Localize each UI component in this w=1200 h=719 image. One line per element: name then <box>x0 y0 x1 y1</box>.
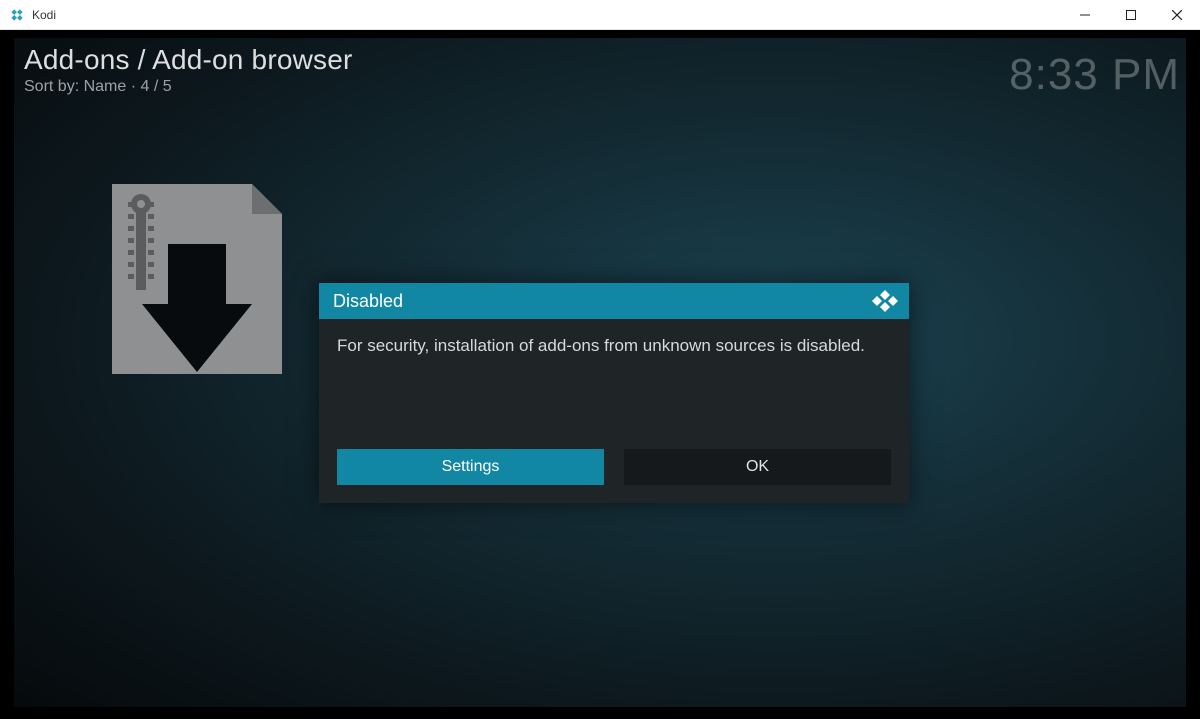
dialog-header: Disabled <box>319 283 909 319</box>
settings-button-label: Settings <box>442 458 500 476</box>
close-button[interactable] <box>1154 0 1200 29</box>
disabled-dialog: Disabled For security, installation of a… <box>319 283 909 503</box>
zip-install-icon <box>102 184 286 384</box>
window-controls <box>1062 0 1200 29</box>
window-titlebar: Kodi <box>0 0 1200 30</box>
ok-button-label: OK <box>746 458 769 476</box>
page-title: Add-ons / Add-on browser <box>24 44 353 76</box>
settings-button[interactable]: Settings <box>337 449 604 485</box>
kodi-logo-icon <box>8 6 26 24</box>
window-title: Kodi <box>32 8 56 22</box>
kodi-background: Add-ons / Add-on browser Sort by: Name ·… <box>14 38 1186 707</box>
breadcrumb: Add-ons / Add-on browser Sort by: Name ·… <box>24 44 353 96</box>
sort-status-line: Sort by: Name · 4 / 5 <box>24 78 353 96</box>
kodi-viewport: Add-ons / Add-on browser Sort by: Name ·… <box>0 30 1200 719</box>
minimize-button[interactable] <box>1062 0 1108 29</box>
dialog-title: Disabled <box>333 291 403 312</box>
dialog-footer: Settings OK <box>319 439 909 503</box>
ok-button[interactable]: OK <box>624 449 891 485</box>
maximize-button[interactable] <box>1108 0 1154 29</box>
clock: 8:33 PM <box>1009 50 1180 100</box>
dialog-body: For security, installation of add-ons fr… <box>319 319 909 439</box>
kodi-logo-icon <box>871 289 899 313</box>
dialog-message: For security, installation of add-ons fr… <box>337 335 891 358</box>
